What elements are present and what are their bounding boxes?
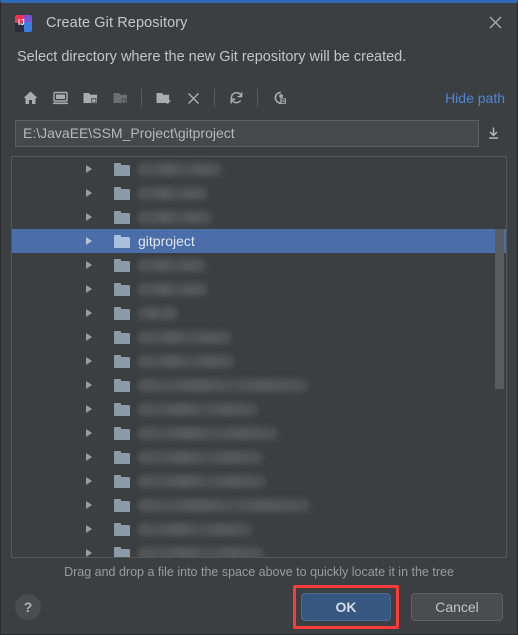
tree-row[interactable] — [12, 445, 506, 469]
download-icon[interactable] — [479, 120, 507, 147]
tree-row[interactable] — [12, 469, 506, 493]
expand-arrow-icon[interactable] — [86, 301, 100, 325]
page-title: Create Git Repository — [46, 15, 188, 31]
tree-row-label-redacted — [138, 402, 258, 416]
project-folder-icon[interactable] — [75, 83, 105, 113]
path-row — [1, 118, 517, 148]
folder-icon — [114, 306, 130, 320]
expand-arrow-icon[interactable] — [86, 157, 100, 181]
ok-button-highlight: OK — [293, 585, 399, 629]
tree-scrollbar-thumb[interactable] — [495, 229, 504, 389]
expand-arrow-icon[interactable] — [86, 277, 100, 301]
folder-icon — [114, 474, 130, 488]
expand-arrow-icon[interactable] — [86, 205, 100, 229]
tree-row-label-redacted — [138, 306, 178, 320]
expand-arrow-icon[interactable] — [86, 229, 100, 253]
tree-row-label-redacted — [138, 162, 222, 176]
toolbar-separator — [257, 89, 258, 107]
tree-row-label-redacted — [138, 546, 264, 557]
expand-arrow-icon[interactable] — [86, 349, 100, 373]
delete-icon[interactable] — [178, 83, 208, 113]
folder-icon — [114, 546, 130, 557]
title-bar: IJ Create Git Repository — [1, 3, 517, 43]
tree-row-label-redacted — [138, 474, 266, 488]
refresh-icon[interactable] — [221, 83, 251, 113]
expand-arrow-icon[interactable] — [86, 421, 100, 445]
expand-arrow-icon[interactable] — [86, 541, 100, 557]
folder-icon — [114, 402, 130, 416]
expand-arrow-icon[interactable] — [86, 469, 100, 493]
tree-row[interactable] — [12, 397, 506, 421]
file-chooser-toolbar: Hide path — [1, 81, 517, 115]
folder-icon — [114, 210, 130, 224]
expand-arrow-icon[interactable] — [86, 397, 100, 421]
tree-row-label: gitproject — [138, 233, 195, 249]
directory-tree[interactable]: gitproject — [11, 156, 507, 558]
tree-row-label-redacted — [138, 378, 308, 392]
show-hidden-files-icon[interactable] — [264, 83, 294, 113]
folder-icon — [114, 522, 130, 536]
help-icon[interactable]: ? — [15, 594, 41, 620]
tree-row-label-redacted — [138, 522, 252, 536]
create-git-repository-dialog: IJ Create Git Repository Select director… — [0, 0, 518, 635]
tree-row[interactable] — [12, 253, 506, 277]
folder-icon — [114, 162, 130, 176]
expand-arrow-icon[interactable] — [86, 493, 100, 517]
tree-row[interactable]: gitproject — [12, 229, 506, 253]
folder-icon — [114, 258, 130, 272]
folder-icon — [114, 498, 130, 512]
folder-icon — [114, 282, 130, 296]
tree-row[interactable] — [12, 349, 506, 373]
folder-icon — [114, 234, 130, 248]
tree-row-label-redacted — [138, 354, 234, 368]
expand-arrow-icon[interactable] — [86, 445, 100, 469]
tree-row-label-redacted — [138, 330, 232, 344]
expand-arrow-icon[interactable] — [86, 253, 100, 277]
toolbar-separator — [214, 89, 215, 107]
tree-row-label-redacted — [138, 450, 263, 464]
path-input[interactable] — [15, 119, 479, 147]
tree-row-label-redacted — [138, 258, 206, 272]
tree-row-label-redacted — [138, 498, 310, 512]
tree-row-label-redacted — [138, 282, 208, 296]
tree-row[interactable] — [12, 301, 506, 325]
tree-row[interactable] — [12, 541, 506, 557]
expand-arrow-icon[interactable] — [86, 517, 100, 541]
intellij-idea-logo-icon: IJ — [15, 14, 32, 32]
tree-row[interactable] — [12, 181, 506, 205]
dialog-subtitle: Select directory where the new Git repos… — [17, 49, 407, 65]
tree-row[interactable] — [12, 157, 506, 181]
tree-row-label-redacted — [138, 426, 278, 440]
tree-row[interactable] — [12, 373, 506, 397]
new-folder-icon[interactable] — [148, 83, 178, 113]
tree-scrollbar[interactable] — [495, 159, 504, 555]
folder-icon — [114, 354, 130, 368]
tree-row[interactable] — [12, 517, 506, 541]
drag-drop-hint: Drag and drop a file into the space abov… — [64, 565, 454, 579]
tree-row[interactable] — [12, 421, 506, 445]
tree-row[interactable] — [12, 325, 506, 349]
tree-row[interactable] — [12, 277, 506, 301]
ok-button[interactable]: OK — [301, 593, 391, 621]
desktop-icon[interactable] — [45, 83, 75, 113]
close-icon[interactable] — [473, 3, 517, 41]
tree-row-label-redacted — [138, 210, 212, 224]
module-folder-icon[interactable] — [105, 83, 135, 113]
expand-arrow-icon[interactable] — [86, 181, 100, 205]
folder-icon — [114, 378, 130, 392]
dialog-footer: ? OK Cancel — [1, 580, 517, 634]
cancel-button[interactable]: Cancel — [411, 593, 503, 621]
tree-row[interactable] — [12, 205, 506, 229]
folder-icon — [114, 426, 130, 440]
hide-path-link[interactable]: Hide path — [445, 90, 505, 106]
expand-arrow-icon[interactable] — [86, 373, 100, 397]
home-icon[interactable] — [15, 83, 45, 113]
expand-arrow-icon[interactable] — [86, 325, 100, 349]
tree-row[interactable] — [12, 493, 506, 517]
folder-icon — [114, 450, 130, 464]
folder-icon — [114, 186, 130, 200]
tree-row-label-redacted — [138, 186, 208, 200]
toolbar-separator — [141, 89, 142, 107]
folder-icon — [114, 330, 130, 344]
